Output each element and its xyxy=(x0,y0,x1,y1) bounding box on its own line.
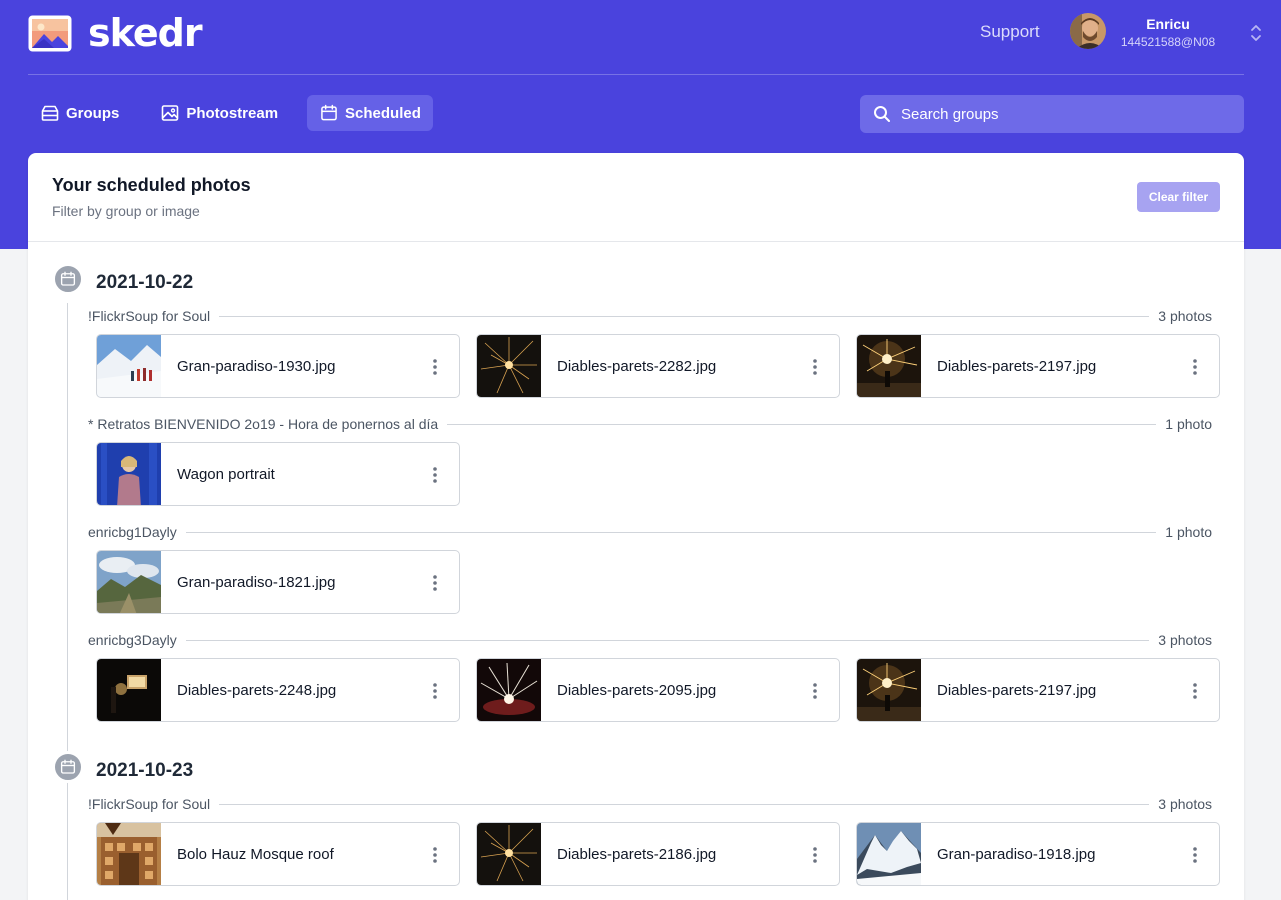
more-vertical-icon[interactable] xyxy=(425,465,445,485)
search-bar xyxy=(860,95,1244,133)
photo-thumbnail xyxy=(857,335,921,398)
more-vertical-icon[interactable] xyxy=(425,357,445,377)
calendar-icon xyxy=(59,758,77,776)
photo-icon xyxy=(162,105,179,121)
photo-thumbnail xyxy=(857,823,921,886)
group-header: !FlickrSoup for Soul 3 photos xyxy=(88,308,1212,324)
logo-icon xyxy=(28,15,72,51)
photo-thumbnail xyxy=(97,659,161,722)
search-icon xyxy=(874,106,890,122)
chevron-up-down-icon xyxy=(1251,25,1261,41)
divider xyxy=(88,640,1212,641)
photo-card[interactable]: Diables-parets-2248.jpg xyxy=(96,658,460,722)
photo-thumbnail xyxy=(97,335,161,398)
photo-name: Bolo Hauz Mosque roof xyxy=(177,846,334,863)
avatar xyxy=(1070,13,1106,49)
photo-name: Diables-parets-2095.jpg xyxy=(557,682,717,699)
user-id: 144521588@N08 xyxy=(1120,35,1216,49)
photo-name: Gran-paradiso-1821.jpg xyxy=(177,574,336,591)
more-vertical-icon[interactable] xyxy=(1185,845,1205,865)
photo-card[interactable]: Diables-parets-2197.jpg xyxy=(856,334,1220,398)
brand[interactable]: skedr xyxy=(28,11,203,55)
group-name: !FlickrSoup for Soul xyxy=(88,796,220,812)
nav-item-scheduled[interactable]: Scheduled xyxy=(307,95,433,131)
photo-thumbnail xyxy=(477,659,541,722)
photo-name: Diables-parets-2197.jpg xyxy=(937,682,1097,699)
photo-thumbnail xyxy=(97,443,161,506)
day-calendar-icon xyxy=(52,751,84,783)
more-vertical-icon[interactable] xyxy=(425,681,445,701)
group-header: * Retratos BIENVENIDO 2o19 - Hora de pon… xyxy=(88,416,1212,432)
group-name: !FlickrSoup for Soul xyxy=(88,308,220,324)
search-input[interactable] xyxy=(901,105,1221,123)
nav-item-label: Scheduled xyxy=(345,104,421,122)
photo-thumbnail xyxy=(477,823,541,886)
more-vertical-icon[interactable] xyxy=(425,845,445,865)
photo-count: 3 photos xyxy=(1149,796,1212,812)
page-title: Your scheduled photos xyxy=(52,175,251,195)
photo-card[interactable]: Diables-parets-2282.jpg xyxy=(476,334,840,398)
photo-count: 3 photos xyxy=(1149,632,1212,648)
photo-name: Diables-parets-2197.jpg xyxy=(937,358,1097,375)
support-link[interactable]: Support xyxy=(980,22,1040,42)
divider xyxy=(88,532,1212,533)
photo-card[interactable]: Gran-paradiso-1918.jpg xyxy=(856,822,1220,886)
main-nav: Groups Photostream Scheduled xyxy=(28,95,450,131)
more-vertical-icon[interactable] xyxy=(1185,357,1205,377)
group-name: * Retratos BIENVENIDO 2o19 - Hora de pon… xyxy=(88,416,448,432)
more-vertical-icon[interactable] xyxy=(805,845,825,865)
group-name: enricbg3Dayly xyxy=(88,632,186,648)
clear-filter-button[interactable]: Clear filter xyxy=(1137,182,1220,212)
photo-count: 3 photos xyxy=(1149,308,1212,324)
divider xyxy=(88,804,1212,805)
photo-name: Diables-parets-2282.jpg xyxy=(557,358,717,375)
more-vertical-icon[interactable] xyxy=(1185,681,1205,701)
divider xyxy=(88,316,1212,317)
photo-card[interactable]: Diables-parets-2186.jpg xyxy=(476,822,840,886)
panel-header: Your scheduled photos Filter by group or… xyxy=(28,153,1244,242)
group-header: enricbg1Dayly 1 photo xyxy=(88,524,1212,540)
scheduled-panel: Your scheduled photos Filter by group or… xyxy=(28,153,1244,900)
photo-name: Wagon portrait xyxy=(177,466,275,483)
photo-card[interactable]: Bolo Hauz Mosque roof xyxy=(96,822,460,886)
photo-name: Gran-paradiso-1918.jpg xyxy=(937,846,1096,863)
inbox-stack-icon xyxy=(41,105,59,121)
group-header: enricbg3Dayly 3 photos xyxy=(88,632,1212,648)
photo-card[interactable]: Diables-parets-2197.jpg xyxy=(856,658,1220,722)
nav-item-groups[interactable]: Groups xyxy=(28,95,131,131)
page-subtitle: Filter by group or image xyxy=(52,203,200,219)
nav-item-photostream[interactable]: Photostream xyxy=(148,95,290,131)
photo-count: 1 photo xyxy=(1156,416,1212,432)
calendar-icon xyxy=(319,103,339,123)
more-vertical-icon[interactable] xyxy=(805,681,825,701)
photo-card[interactable]: Gran-paradiso-1930.jpg xyxy=(96,334,460,398)
photo-name: Gran-paradiso-1930.jpg xyxy=(177,358,336,375)
user-name: Enricu xyxy=(1146,16,1190,32)
top-bar: skedr Support Enricu 144521588@N08 xyxy=(28,0,1261,75)
photo-thumbnail xyxy=(97,823,161,886)
photo-thumbnail xyxy=(477,335,541,398)
user-menu[interactable]: Enricu 144521588@N08 xyxy=(1070,13,1261,51)
calendar-icon xyxy=(59,270,77,288)
group-header: !FlickrSoup for Soul 3 photos xyxy=(88,796,1212,812)
photo-thumbnail xyxy=(857,659,921,722)
photo-card[interactable]: Gran-paradiso-1821.jpg xyxy=(96,550,460,614)
group-name: enricbg1Dayly xyxy=(88,524,186,540)
day-date: 2021-10-23 xyxy=(96,760,194,781)
timeline-line xyxy=(67,303,68,900)
photo-name: Diables-parets-2186.jpg xyxy=(557,846,717,863)
day-date: 2021-10-22 xyxy=(96,272,194,293)
nav-item-label: Groups xyxy=(66,104,120,122)
nav-item-label: Photostream xyxy=(186,104,279,122)
photo-name: Diables-parets-2248.jpg xyxy=(177,682,337,699)
day-calendar-icon xyxy=(52,263,84,295)
photo-card[interactable]: Wagon portrait xyxy=(96,442,460,506)
more-vertical-icon[interactable] xyxy=(805,357,825,377)
photo-count: 1 photo xyxy=(1156,524,1212,540)
more-vertical-icon[interactable] xyxy=(425,573,445,593)
app-name: skedr xyxy=(88,11,203,55)
photo-thumbnail xyxy=(97,551,161,614)
photo-card[interactable]: Diables-parets-2095.jpg xyxy=(476,658,840,722)
